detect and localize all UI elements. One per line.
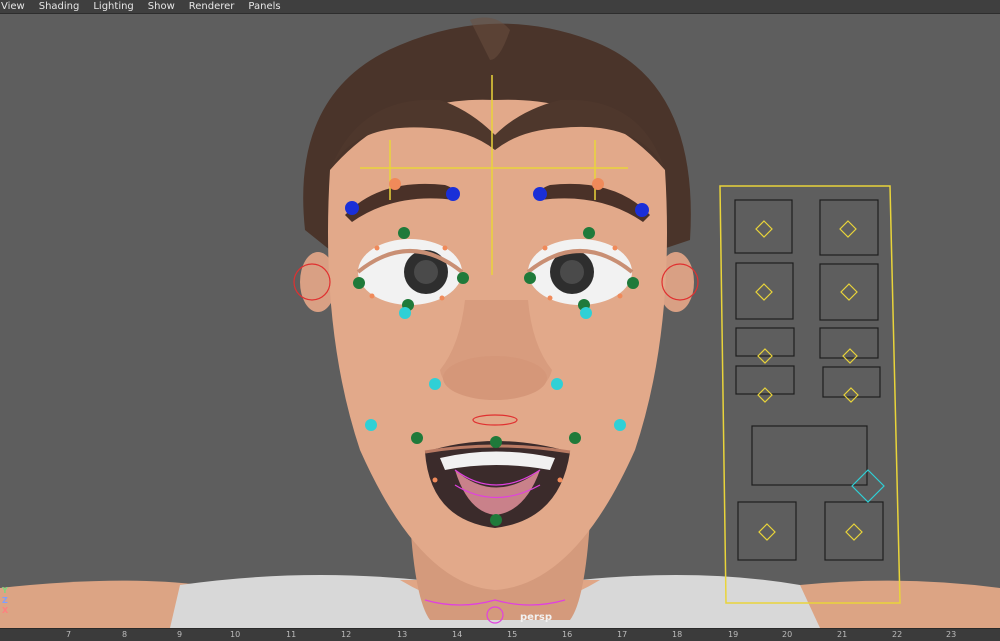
axis-z-label: Z: [2, 596, 8, 605]
axis-x-label: X: [2, 606, 9, 615]
timeline-tick: 16: [562, 630, 573, 639]
menu-renderer[interactable]: Renderer: [182, 0, 242, 13]
control-panel-boxes: [734, 199, 884, 561]
cyan-jaw-handle: [851, 469, 885, 503]
timeline-tick: 18: [672, 630, 683, 639]
menu-panels[interactable]: Panels: [241, 0, 287, 13]
menu-show[interactable]: Show: [141, 0, 182, 13]
timeline-tick: 19: [728, 630, 739, 639]
character-render: [0, 17, 1000, 628]
shoulders: [0, 580, 200, 628]
timeline-tick: 20: [782, 630, 793, 639]
timeline-tick: 23: [946, 630, 957, 639]
time-slider[interactable]: 7 8 9 10 11 12 13 14 15 16 17 18 19 20 2…: [0, 628, 1000, 641]
menu-shading[interactable]: Shading: [32, 0, 87, 13]
timeline-tick: 14: [452, 630, 463, 639]
camera-name-label: persp: [520, 612, 552, 623]
timeline-tick: 21: [837, 630, 848, 639]
timeline-tick: 8: [122, 630, 128, 639]
axis-y-label: Y: [2, 586, 8, 595]
timeline-tick: 12: [341, 630, 352, 639]
timeline-tick: 11: [286, 630, 297, 639]
control-panel-handles: [755, 220, 863, 541]
timeline-tick: 13: [397, 630, 408, 639]
timeline-tick: 9: [177, 630, 183, 639]
timeline-tick: 17: [617, 630, 628, 639]
timeline-tick: 15: [507, 630, 518, 639]
timeline-tick: 22: [892, 630, 903, 639]
menu-view[interactable]: View: [0, 0, 32, 13]
timeline-tick: 10: [230, 630, 241, 639]
3d-viewport[interactable]: Y Z X: [0, 14, 1000, 628]
panel-menu-bar: View Shading Lighting Show Renderer Pane…: [0, 0, 1000, 14]
menu-lighting[interactable]: Lighting: [86, 0, 140, 13]
timeline-tick: 7: [66, 630, 72, 639]
